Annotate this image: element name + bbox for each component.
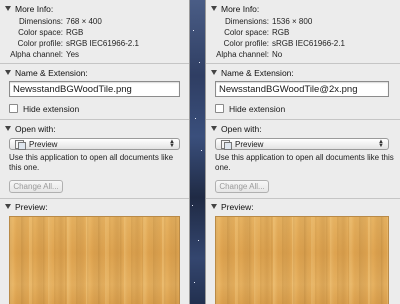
info-row-color-profile: Color profile: sRGB IEC61966-2.1 xyxy=(206,39,400,49)
star-dot xyxy=(201,150,202,151)
color-profile-key: Color profile: xyxy=(223,39,269,48)
info-row-dimensions: Dimensions: 1536 × 800 xyxy=(206,17,400,27)
open-with-header[interactable]: Open with: xyxy=(206,123,400,134)
disclosure-triangle-icon[interactable] xyxy=(5,126,11,131)
star-dot xyxy=(195,118,196,119)
dimensions-key: Dimensions: xyxy=(18,17,63,26)
open-with-description: Use this application to open all documen… xyxy=(215,153,394,172)
hide-extension-row[interactable]: Hide extension xyxy=(215,103,285,114)
color-profile-value: sRGB IEC61966-2.1 xyxy=(272,39,345,48)
hide-extension-label: Hide extension xyxy=(229,103,286,114)
open-with-app-popup[interactable]: Preview ▲ ▼ xyxy=(9,138,180,150)
section-divider xyxy=(0,119,189,120)
info-row-color-space: Color space: RGB xyxy=(206,28,400,38)
alpha-channel-value: Yes xyxy=(66,50,80,59)
dimensions-value: 1536 × 800 xyxy=(272,17,313,26)
hide-extension-checkbox[interactable] xyxy=(215,104,224,113)
open-with-description: Use this application to open all documen… xyxy=(9,153,174,172)
filename-field[interactable]: NewsstandBGWoodTile@2x.png xyxy=(215,81,389,97)
disclosure-triangle-icon[interactable] xyxy=(211,204,217,209)
info-row-alpha-channel: Alpha channel: No xyxy=(206,50,400,60)
info-row-color-profile: Color profile: sRGB IEC61966-2.1 xyxy=(0,39,189,49)
disclosure-triangle-icon[interactable] xyxy=(211,70,217,75)
change-all-button[interactable]: Change All... xyxy=(9,180,63,193)
change-all-button[interactable]: Change All... xyxy=(215,180,269,193)
hide-extension-label: Hide extension xyxy=(23,103,80,114)
dimensions-value: 768 × 400 xyxy=(66,17,102,26)
preview-label: Preview: xyxy=(221,201,254,212)
info-row-dimensions: Dimensions: 768 × 400 xyxy=(0,17,189,27)
section-divider xyxy=(206,119,400,120)
color-space-value: RGB xyxy=(272,28,290,37)
open-with-app-label: Preview xyxy=(29,139,58,149)
color-profile-value: sRGB IEC61966-2.1 xyxy=(66,39,139,48)
open-with-label: Open with: xyxy=(15,123,56,134)
desktop-background-strip xyxy=(190,0,205,304)
disclosure-triangle-icon[interactable] xyxy=(5,6,11,11)
color-space-key: Color space: xyxy=(224,28,269,37)
name-extension-label: Name & Extension: xyxy=(15,67,88,78)
star-dot xyxy=(198,240,199,241)
hide-extension-row[interactable]: Hide extension xyxy=(9,103,79,114)
name-extension-header[interactable]: Name & Extension: xyxy=(0,67,189,78)
preview-header[interactable]: Preview: xyxy=(0,201,189,212)
preview-header[interactable]: Preview: xyxy=(206,201,400,212)
more-info-label: More Info: xyxy=(221,3,260,14)
star-dot xyxy=(194,282,195,283)
disclosure-triangle-icon[interactable] xyxy=(211,6,217,11)
section-divider xyxy=(0,63,189,64)
more-info-label: More Info: xyxy=(15,3,54,14)
more-info-header[interactable]: More Info: xyxy=(206,3,400,14)
disclosure-triangle-icon[interactable] xyxy=(5,70,11,75)
wood-tile-preview-image xyxy=(215,216,389,304)
info-panel-left: More Info: Dimensions: 768 × 400 Color s… xyxy=(0,0,190,304)
filename-field[interactable]: NewsstandBGWoodTile.png xyxy=(9,81,180,97)
info-row-alpha-channel: Alpha channel: Yes xyxy=(0,50,189,60)
dimensions-key: Dimensions: xyxy=(224,17,269,26)
alpha-channel-key: Alpha channel: xyxy=(10,50,63,59)
hide-extension-checkbox[interactable] xyxy=(9,104,18,113)
info-row-color-space: Color space: RGB xyxy=(0,28,189,38)
open-with-app-label: Preview xyxy=(235,139,264,149)
updown-arrows-icon: ▲ ▼ xyxy=(378,139,384,149)
info-panel-right: More Info: Dimensions: 1536 × 800 Color … xyxy=(205,0,400,304)
open-with-app-popup[interactable]: Preview ▲ ▼ xyxy=(215,138,389,150)
open-with-label: Open with: xyxy=(221,123,262,134)
preview-app-icon xyxy=(221,140,232,150)
color-profile-key: Color profile: xyxy=(17,39,63,48)
updown-arrows-icon: ▲ ▼ xyxy=(169,139,175,149)
section-divider xyxy=(0,198,189,199)
open-with-header[interactable]: Open with: xyxy=(0,123,189,134)
star-dot xyxy=(199,62,200,63)
name-extension-label: Name & Extension: xyxy=(221,67,294,78)
alpha-channel-key: Alpha channel: xyxy=(216,50,269,59)
alpha-channel-value: No xyxy=(272,50,283,59)
more-info-header[interactable]: More Info: xyxy=(0,3,189,14)
color-space-value: RGB xyxy=(66,28,84,37)
section-divider xyxy=(206,63,400,64)
disclosure-triangle-icon[interactable] xyxy=(5,204,11,209)
wood-tile-preview-image xyxy=(9,216,180,304)
star-dot xyxy=(193,30,194,31)
preview-label: Preview: xyxy=(15,201,48,212)
preview-app-icon xyxy=(15,140,26,150)
name-extension-header[interactable]: Name & Extension: xyxy=(206,67,400,78)
disclosure-triangle-icon[interactable] xyxy=(211,126,217,131)
color-space-key: Color space: xyxy=(18,28,63,37)
star-dot xyxy=(192,205,193,206)
section-divider xyxy=(206,198,400,199)
